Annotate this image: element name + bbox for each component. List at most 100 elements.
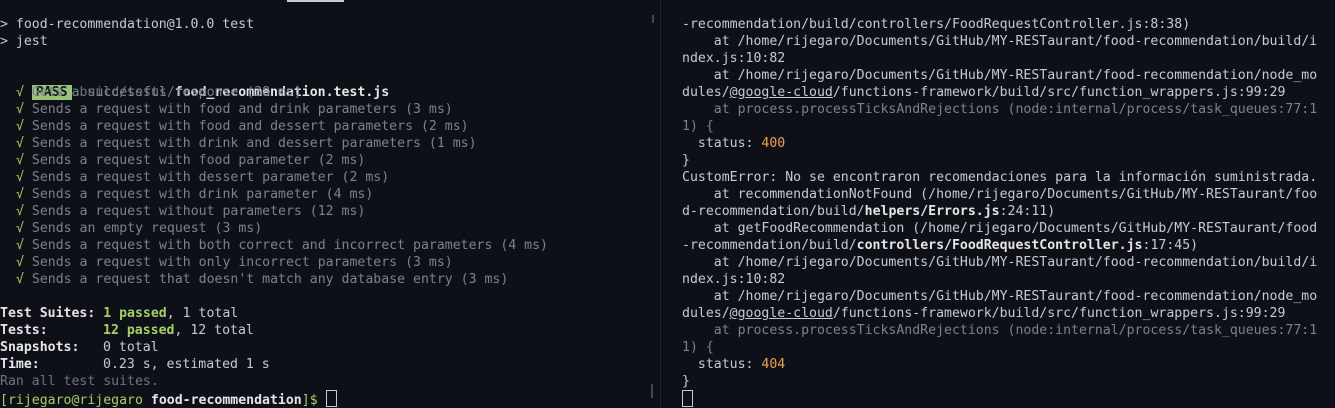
- check-icon: √: [16, 238, 24, 253]
- left-scroll-top-mark: [652, 15, 654, 23]
- status-code: 400: [761, 136, 786, 151]
- time-value: 0.23 s, estimated 1 s: [103, 357, 270, 372]
- snapshots-label: Snapshots:: [0, 340, 80, 355]
- snapshots-value: 0 total: [103, 340, 159, 355]
- test-result-item: √ Sends a request with both correct and …: [16, 237, 548, 254]
- trace-text: -recommendation/build/: [682, 238, 857, 253]
- trace-line: ndex.js:10:82: [682, 51, 786, 66]
- trace-line: at getFoodRecommendation (/home/rijegaro…: [682, 221, 1318, 236]
- trace-line: dules/@google-cloud/functions-framework/…: [682, 305, 1317, 322]
- tests-label: Tests:: [0, 323, 48, 338]
- test-result-item: √ Sends an empty request (3 ms): [16, 220, 548, 237]
- cursor-line[interactable]: [682, 390, 1317, 407]
- test-result-label: Gets a successful response (38 ms): [31, 85, 302, 100]
- test-result-label: Sends a request without parameters (12 m…: [31, 204, 366, 219]
- check-icon: √: [16, 102, 24, 117]
- test-result-label: Sends a request with food parameter (2 m…: [31, 153, 366, 168]
- suites-total: , 1 total: [166, 306, 239, 321]
- package-link[interactable]: @google-cloud: [730, 85, 833, 100]
- test-result-item: √ Sends a request with drink parameter (…: [16, 186, 548, 203]
- test-result-item: √ Sends a request with only incorrect pa…: [16, 254, 548, 271]
- test-result-label: Sends a request that doesn't match any d…: [31, 272, 509, 287]
- ran-all-suites: Ran all test suites.: [0, 374, 159, 389]
- left-scrollbar-thumb[interactable]: [651, 384, 653, 398]
- trace-line: at /home/rijegaro/Documents/GitHub/MY-RE…: [682, 34, 1318, 49]
- prompt-user-host: rijegaro@rijegaro: [7, 393, 143, 408]
- trace-text: d-recommendation/build/: [682, 204, 865, 219]
- check-icon: √: [16, 272, 24, 287]
- check-icon: √: [16, 187, 24, 202]
- test-result-item: √ Sends a request with food and dessert …: [16, 118, 548, 135]
- tests-total: , 12 total: [174, 323, 254, 338]
- check-icon: √: [16, 255, 24, 270]
- pane-divider[interactable]: [660, 0, 661, 408]
- error-message: CustomError: No se encontraron recomenda…: [682, 170, 1318, 185]
- trace-text: /functions-framework/build/src/function_…: [832, 306, 1286, 321]
- trace-line: at recommendationNotFound (/home/rijegar…: [682, 187, 1318, 202]
- trace-line: d-recommendation/build/helpers/Errors.js…: [682, 203, 1317, 220]
- test-result-label: Sends a request with both correct and in…: [31, 238, 548, 253]
- trace-text: dules/: [682, 85, 730, 100]
- trace-line: at /home/rijegaro/Documents/GitHub/MY-RE…: [682, 255, 1318, 270]
- status-line: status: 400: [682, 135, 1317, 152]
- file-ref: helpers/Errors.js: [864, 204, 1000, 219]
- package-link[interactable]: @google-cloud: [730, 306, 833, 321]
- trace-line: 1) {: [682, 340, 714, 355]
- trace-line: at /home/rijegaro/Documents/GitHub/MY-RE…: [682, 289, 1318, 304]
- trace-text: :17:45): [1142, 238, 1199, 253]
- prompt-cwd: food-recommendation: [150, 393, 302, 408]
- trace-line: -recommendation/build/controllers/FoodRe…: [682, 17, 1191, 32]
- summary-suites: Test Suites: 1 passed, 1 total: [0, 305, 238, 322]
- test-result-item: √ Sends a request with dessert parameter…: [16, 169, 548, 186]
- test-result-label: Sends a request with food and drink para…: [31, 102, 453, 117]
- test-file-header: PASS build/tests/food_recommendation.tes…: [0, 67, 389, 100]
- test-result-item: √ Sends a request with food and drink pa…: [16, 101, 548, 118]
- check-icon: √: [16, 170, 24, 185]
- prompt-bracket-close: ]$: [301, 393, 318, 408]
- stack-trace-output: -recommendation/build/controllers/FoodRe…: [682, 16, 1317, 407]
- test-result-label: Sends a request with dessert parameter (…: [31, 170, 390, 185]
- trace-line: 1) {: [682, 119, 714, 134]
- file-ref: controllers/FoodRequestController.js: [856, 238, 1143, 253]
- terminal-cursor: [325, 390, 337, 407]
- time-label: Time:: [0, 357, 40, 372]
- status-label: status:: [682, 136, 762, 151]
- test-result-label: Sends a request with drink and dessert p…: [31, 136, 477, 151]
- status-label: status:: [682, 357, 762, 372]
- summary-time: Time: 0.23 s, estimated 1 s: [0, 356, 270, 373]
- shell-prompt[interactable]: [rijegaro@rijegaro food-recommendation]$: [0, 390, 337, 408]
- trace-line: at process.processTicksAndRejections (no…: [682, 323, 1318, 338]
- left-terminal-pane[interactable]: > food-recommendation@1.0.0 test > jest …: [0, 0, 650, 408]
- right-terminal-pane[interactable]: -recommendation/build/controllers/FoodRe…: [662, 0, 1335, 408]
- test-result-label: Sends an empty request (3 ms): [31, 221, 263, 236]
- test-result-label: Sends a request with only incorrect para…: [31, 255, 453, 270]
- test-result-label: Sends a request with drink parameter (4 …: [31, 187, 374, 202]
- test-result-item: √ Sends a request with food parameter (2…: [16, 152, 548, 169]
- trace-line: }: [682, 374, 690, 389]
- check-icon: √: [16, 119, 24, 134]
- suites-label: Test Suites:: [0, 306, 96, 321]
- trace-line: at /home/rijegaro/Documents/GitHub/MY-RE…: [682, 68, 1318, 83]
- terminal-cursor: [682, 390, 693, 407]
- summary-snapshots: Snapshots: 0 total: [0, 339, 159, 356]
- test-result-item: √ Sends a request without parameters (12…: [16, 203, 548, 220]
- status-code: 404: [761, 357, 786, 372]
- test-result-item: √ Sends a request that doesn't match any…: [16, 271, 548, 288]
- tests-passed: 12 passed: [103, 323, 175, 338]
- trace-text: :24:11): [999, 204, 1056, 219]
- command-line-jest: > jest: [0, 34, 48, 49]
- trace-text: /functions-framework/build/src/function_…: [832, 85, 1286, 100]
- test-result-label: Sends a request with food and dessert pa…: [31, 119, 469, 134]
- check-icon: √: [16, 85, 24, 100]
- trace-line: dules/@google-cloud/functions-framework/…: [682, 84, 1317, 101]
- trace-line: }: [682, 153, 690, 168]
- suites-passed: 1 passed: [103, 306, 167, 321]
- status-line: status: 404: [682, 356, 1317, 373]
- test-result-item: √ Sends a request with drink and dessert…: [16, 135, 548, 152]
- summary-tests: Tests: 12 passed, 12 total: [0, 322, 254, 339]
- command-line-test: > food-recommendation@1.0.0 test: [0, 17, 255, 32]
- test-result-item: √ Gets a successful response (38 ms): [16, 84, 548, 101]
- prompt-bracket-open: [: [0, 393, 8, 408]
- trace-line: ndex.js:10:82: [682, 272, 786, 287]
- check-icon: √: [16, 153, 24, 168]
